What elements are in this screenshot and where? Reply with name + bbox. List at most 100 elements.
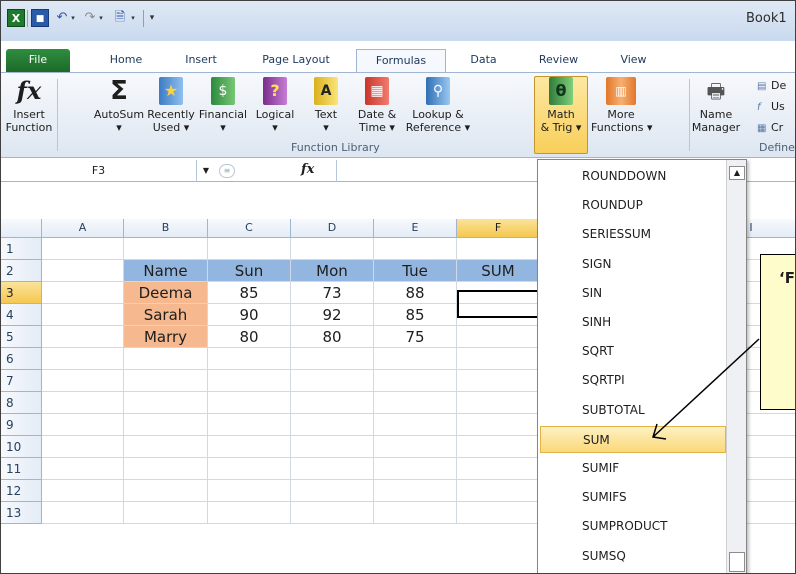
menu-item-seriessum[interactable]: SERIESSUM bbox=[540, 221, 726, 248]
column-header-c[interactable]: C bbox=[208, 219, 291, 238]
date-time-button[interactable]: ▦ Date & Time ▾ bbox=[351, 77, 403, 134]
cell-a10[interactable] bbox=[42, 436, 124, 458]
menu-item-sqrt[interactable]: SQRT bbox=[540, 338, 726, 365]
cell-f13[interactable] bbox=[457, 502, 540, 524]
cell-e12[interactable] bbox=[374, 480, 457, 502]
active-cell-f3[interactable] bbox=[457, 290, 539, 318]
cell-d8[interactable] bbox=[291, 392, 374, 414]
menu-item-sumif[interactable]: SUMIF bbox=[540, 455, 726, 482]
cell-c1[interactable] bbox=[208, 238, 291, 260]
menu-item-roundup[interactable]: ROUNDUP bbox=[540, 192, 726, 219]
row-header-8[interactable]: 8 bbox=[1, 392, 42, 414]
row-header-12[interactable]: 12 bbox=[1, 480, 42, 502]
cell-c8[interactable] bbox=[208, 392, 291, 414]
column-header-e[interactable]: E bbox=[374, 219, 457, 238]
scroll-up-icon[interactable]: ▲ bbox=[729, 166, 745, 180]
text-button[interactable]: A Text ▾ bbox=[301, 77, 351, 134]
cell-f1[interactable] bbox=[457, 238, 540, 260]
cell-e2[interactable]: Tue bbox=[374, 260, 457, 282]
undo-dropdown-icon[interactable]: ▾ bbox=[69, 9, 77, 27]
column-header-f[interactable]: F bbox=[457, 219, 540, 238]
cell-f11[interactable] bbox=[457, 458, 540, 480]
cell-f5[interactable] bbox=[457, 326, 540, 348]
menu-item-subtotal[interactable]: SUBTOTAL bbox=[540, 397, 726, 424]
cell-e1[interactable] bbox=[374, 238, 457, 260]
row-header-10[interactable]: 10 bbox=[1, 436, 42, 458]
cell-a5[interactable] bbox=[42, 326, 124, 348]
create-from-selection-button[interactable]: ▦ Cr bbox=[757, 121, 783, 134]
cell-c9[interactable] bbox=[208, 414, 291, 436]
lookup-reference-button[interactable]: ⚲ Lookup & Reference ▾ bbox=[403, 77, 473, 134]
menu-item-sinh[interactable]: SINH bbox=[540, 309, 726, 336]
menu-item-sum[interactable]: SUM bbox=[540, 425, 726, 453]
preview-dropdown-icon[interactable]: ▾ bbox=[129, 9, 137, 27]
cell-d1[interactable] bbox=[291, 238, 374, 260]
cell-f12[interactable] bbox=[457, 480, 540, 502]
cell-a12[interactable] bbox=[42, 480, 124, 502]
row-header-6[interactable]: 6 bbox=[1, 348, 42, 370]
select-all-corner[interactable] bbox=[1, 219, 42, 238]
cell-b5[interactable]: Marry bbox=[124, 326, 208, 348]
menu-item-sqrtpi[interactable]: SQRTPI bbox=[540, 367, 726, 394]
menu-item-sumproduct[interactable]: SUMPRODUCT bbox=[540, 513, 726, 540]
cell-e9[interactable] bbox=[374, 414, 457, 436]
cell-d11[interactable] bbox=[291, 458, 374, 480]
cell-d5[interactable]: 80 bbox=[291, 326, 374, 348]
cell-c10[interactable] bbox=[208, 436, 291, 458]
row-header-13[interactable]: 13 bbox=[1, 502, 42, 524]
tab-file[interactable]: File bbox=[6, 49, 70, 72]
tab-review[interactable]: Review bbox=[531, 49, 586, 72]
row-header-7[interactable]: 7 bbox=[1, 370, 42, 392]
tab-data[interactable]: Data bbox=[456, 49, 511, 72]
column-header-b[interactable]: B bbox=[124, 219, 208, 238]
math-trig-button[interactable]: θ Math & Trig ▾ bbox=[534, 76, 588, 154]
row-header-11[interactable]: 11 bbox=[1, 458, 42, 480]
cell-f10[interactable] bbox=[457, 436, 540, 458]
row-header-1[interactable]: 1 bbox=[1, 238, 42, 260]
cell-e8[interactable] bbox=[374, 392, 457, 414]
cell-c13[interactable] bbox=[208, 502, 291, 524]
fx-button[interactable]: fx bbox=[301, 162, 314, 177]
use-in-formula-button[interactable]: f Us bbox=[757, 100, 785, 113]
cell-b1[interactable] bbox=[124, 238, 208, 260]
row-header-3[interactable]: 3 bbox=[1, 282, 42, 304]
cell-d10[interactable] bbox=[291, 436, 374, 458]
cell-a9[interactable] bbox=[42, 414, 124, 436]
define-name-button[interactable]: ▤ De bbox=[757, 79, 786, 92]
cell-e4[interactable]: 85 bbox=[374, 304, 457, 326]
tab-page-layout[interactable]: Page Layout bbox=[251, 49, 341, 72]
cell-b12[interactable] bbox=[124, 480, 208, 502]
redo-dropdown-icon[interactable]: ▾ bbox=[97, 9, 105, 27]
cell-c4[interactable]: 90 bbox=[208, 304, 291, 326]
cell-c11[interactable] bbox=[208, 458, 291, 480]
cell-b10[interactable] bbox=[124, 436, 208, 458]
cell-e13[interactable] bbox=[374, 502, 457, 524]
tab-formulas[interactable]: Formulas bbox=[356, 49, 446, 73]
cell-b8[interactable] bbox=[124, 392, 208, 414]
print-preview-icon[interactable]: 🗎 bbox=[111, 9, 129, 27]
cell-e3[interactable]: 88 bbox=[374, 282, 457, 304]
cell-a11[interactable] bbox=[42, 458, 124, 480]
cell-e6[interactable] bbox=[374, 348, 457, 370]
cell-d9[interactable] bbox=[291, 414, 374, 436]
menu-item-sumifs[interactable]: SUMIFS bbox=[540, 484, 726, 511]
name-box[interactable]: F3 bbox=[1, 160, 197, 182]
cell-b4[interactable]: Sarah bbox=[124, 304, 208, 326]
row-header-4[interactable]: 4 bbox=[1, 304, 42, 326]
column-header-d[interactable]: D bbox=[291, 219, 374, 238]
cell-b11[interactable] bbox=[124, 458, 208, 480]
cell-e5[interactable]: 75 bbox=[374, 326, 457, 348]
row-header-2[interactable]: 2 bbox=[1, 260, 42, 282]
financial-button[interactable]: $ Financial ▾ bbox=[197, 77, 249, 134]
tab-home[interactable]: Home bbox=[101, 49, 151, 72]
cell-f7[interactable] bbox=[457, 370, 540, 392]
cell-f2[interactable]: SUM bbox=[457, 260, 540, 282]
cell-d12[interactable] bbox=[291, 480, 374, 502]
cell-b9[interactable] bbox=[124, 414, 208, 436]
cell-d6[interactable] bbox=[291, 348, 374, 370]
name-manager-button[interactable]: 🖶 Name Manager bbox=[690, 77, 742, 134]
cell-e11[interactable] bbox=[374, 458, 457, 480]
cell-a4[interactable] bbox=[42, 304, 124, 326]
cell-d3[interactable]: 73 bbox=[291, 282, 374, 304]
cell-f8[interactable] bbox=[457, 392, 540, 414]
